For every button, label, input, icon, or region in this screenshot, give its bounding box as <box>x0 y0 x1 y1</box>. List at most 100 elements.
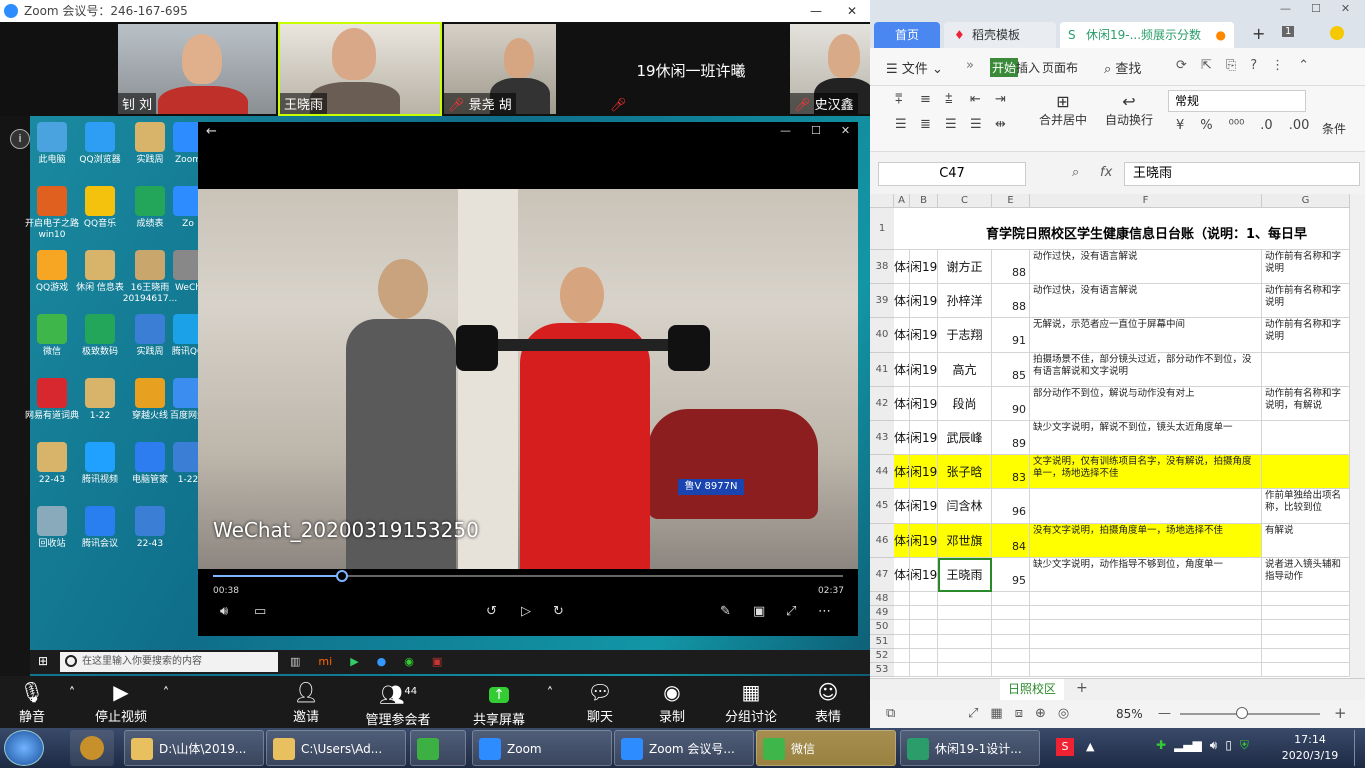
row-header[interactable]: 1 <box>870 208 894 250</box>
share-screen-button[interactable]: ↑ 共享屏幕 <box>470 678 528 728</box>
zoom-slider[interactable] <box>1180 713 1320 715</box>
table-cell[interactable]: 体社 <box>894 455 910 490</box>
fullscreen-icon[interactable]: ⤢ <box>786 604 796 619</box>
minimize-icon[interactable]: — <box>1280 2 1291 15</box>
table-cell[interactable]: 动作前有名称和字说明 <box>1262 284 1350 319</box>
participant-tile[interactable]: 王晓雨 <box>278 22 442 116</box>
wps-tray-icon[interactable]: S <box>1056 738 1074 756</box>
table-cell[interactable] <box>1030 592 1262 607</box>
table-cell[interactable]: 动作前有名称和字说明，有解说 <box>1262 386 1350 421</box>
table-cell[interactable] <box>1262 352 1350 387</box>
tray-expand-icon[interactable]: ▲ <box>1086 740 1094 753</box>
taskbar-item[interactable] <box>410 730 466 766</box>
table-cell[interactable]: 体社 <box>894 523 910 558</box>
participant-tile[interactable]: 钊 刘 <box>118 24 276 114</box>
row-header[interactable]: 39 <box>870 284 894 319</box>
thousands-icon[interactable]: ⁰⁰⁰ <box>1229 118 1245 133</box>
row-header[interactable]: 40 <box>870 318 894 353</box>
taskbar-item[interactable]: C:\Users\Ad... <box>266 730 406 766</box>
table-cell[interactable] <box>1262 634 1350 649</box>
signal-icon[interactable]: ▂▄▆ <box>1174 738 1202 753</box>
table-cell[interactable] <box>992 663 1030 678</box>
help-icon[interactable]: ? <box>1250 58 1257 73</box>
wrap-text-button[interactable]: ↩ 自动换行 <box>1100 92 1158 128</box>
table-cell[interactable] <box>938 663 992 678</box>
close-icon[interactable]: ✕ <box>834 0 870 22</box>
expand-icon[interactable]: » <box>966 58 974 73</box>
table-cell[interactable] <box>910 648 938 663</box>
table-cell[interactable]: 84 <box>992 523 1030 558</box>
table-cell[interactable]: 闲19- <box>910 318 938 353</box>
table-cell[interactable]: 体社 <box>894 489 910 524</box>
table-cell[interactable]: 83 <box>992 455 1030 490</box>
distributed-icon[interactable]: ⇹ <box>995 117 1020 132</box>
row-header[interactable]: 53 <box>870 663 894 678</box>
table-cell[interactable] <box>938 648 992 663</box>
table-cell[interactable]: 动作前有名称和字说明 <box>1262 318 1350 353</box>
restore-icon[interactable]: ☐ <box>1311 2 1321 15</box>
row-header[interactable]: 52 <box>870 648 894 663</box>
table-cell[interactable] <box>894 648 910 663</box>
table-cell[interactable] <box>894 663 910 678</box>
row-header[interactable]: 49 <box>870 606 894 621</box>
share-icon[interactable]: ⇱ <box>1201 58 1212 73</box>
export-icon[interactable]: ⎘ <box>1226 58 1236 73</box>
table-cell[interactable]: 体社 <box>894 386 910 421</box>
video-options-chevron-icon[interactable]: ˄ <box>156 686 176 701</box>
formula-input[interactable]: 王晓雨 <box>1124 162 1360 186</box>
play-icon[interactable]: ▷ <box>521 604 531 619</box>
stop-video-button[interactable]: ▶︎ 停止视频 <box>90 678 152 725</box>
increase-decimal-icon[interactable]: .0 <box>1260 118 1272 133</box>
table-cell[interactable]: 85 <box>992 352 1030 387</box>
show-desktop-button[interactable] <box>1354 730 1364 766</box>
table-cell[interactable]: 高亢 <box>938 352 992 387</box>
table-cell[interactable] <box>894 620 910 635</box>
table-cell[interactable] <box>1262 663 1350 678</box>
table-cell[interactable] <box>910 592 938 607</box>
table-cell[interactable] <box>1030 620 1262 635</box>
column-header[interactable]: G <box>1262 194 1350 208</box>
menu-insert[interactable]: 插入 <box>1016 59 1040 76</box>
table-cell[interactable]: 王晓雨 <box>938 557 992 592</box>
zoom-slider-handle[interactable] <box>1236 707 1248 719</box>
volume-icon[interactable]: 🔊︎ <box>220 604 228 619</box>
subtitles-icon[interactable]: ▭ <box>254 604 266 619</box>
percent-icon[interactable]: % <box>1200 118 1212 133</box>
table-cell[interactable] <box>1262 648 1350 663</box>
table-cell[interactable]: 拍摄场景不佳，部分镜头过近，部分动作不到位，没有语言解说和文字说明 <box>1030 352 1262 387</box>
table-cell[interactable]: 没有文字说明，拍摄角度单一，场地选择不佳 <box>1030 523 1262 558</box>
table-cell[interactable] <box>938 592 992 607</box>
align-middle-icon[interactable]: ≡ <box>920 92 945 107</box>
search-button[interactable]: ⌕ 查找 <box>1104 58 1141 77</box>
invite-button[interactable]: 👤︎ 邀请 <box>284 678 328 725</box>
table-cell[interactable]: 体社 <box>894 557 910 592</box>
row-header[interactable]: 44 <box>870 455 894 490</box>
page-layout-icon[interactable]: ⧈ <box>1015 706 1023 721</box>
tab-spreadsheet[interactable]: S 休闲19-...频展示分数 ● <box>1060 22 1234 48</box>
table-cell[interactable]: 张子晗 <box>938 455 992 490</box>
column-header[interactable]: B <box>910 194 938 208</box>
table-cell[interactable]: 体社 <box>894 318 910 353</box>
table-cell[interactable]: 闫含林 <box>938 489 992 524</box>
menu-file[interactable]: ☰ 文件 ⌄ <box>886 58 943 77</box>
table-cell[interactable]: 96 <box>992 489 1030 524</box>
table-cell[interactable]: 无解说，示范者应一直位于屏幕中间 <box>1030 318 1262 353</box>
align-bottom-icon[interactable]: ⩲ <box>945 92 970 107</box>
row-header[interactable]: 43 <box>870 421 894 456</box>
table-cell[interactable]: 孙梓洋 <box>938 284 992 319</box>
table-cell[interactable] <box>992 620 1030 635</box>
table-cell[interactable] <box>1030 663 1262 678</box>
share-options-chevron-icon[interactable]: ˄ <box>540 686 560 701</box>
tab-count-badge[interactable]: 1 <box>1282 26 1295 37</box>
table-cell[interactable] <box>992 634 1030 649</box>
table-cell[interactable]: 谢方正 <box>938 250 992 285</box>
participant-tile[interactable]: 🎤︎ 史汉鑫 <box>790 24 870 114</box>
table-cell[interactable] <box>938 620 992 635</box>
sheet-tab-rizhao[interactable]: 日照校区 <box>1000 679 1064 700</box>
table-cell[interactable]: 武辰峰 <box>938 421 992 456</box>
edit-icon[interactable]: ✎ <box>720 604 731 619</box>
table-cell[interactable] <box>1262 455 1350 490</box>
pinned-app-icon[interactable] <box>70 730 114 766</box>
security-tray-icon[interactable]: ✚ <box>1156 738 1166 753</box>
table-cell[interactable]: 91 <box>992 318 1030 353</box>
